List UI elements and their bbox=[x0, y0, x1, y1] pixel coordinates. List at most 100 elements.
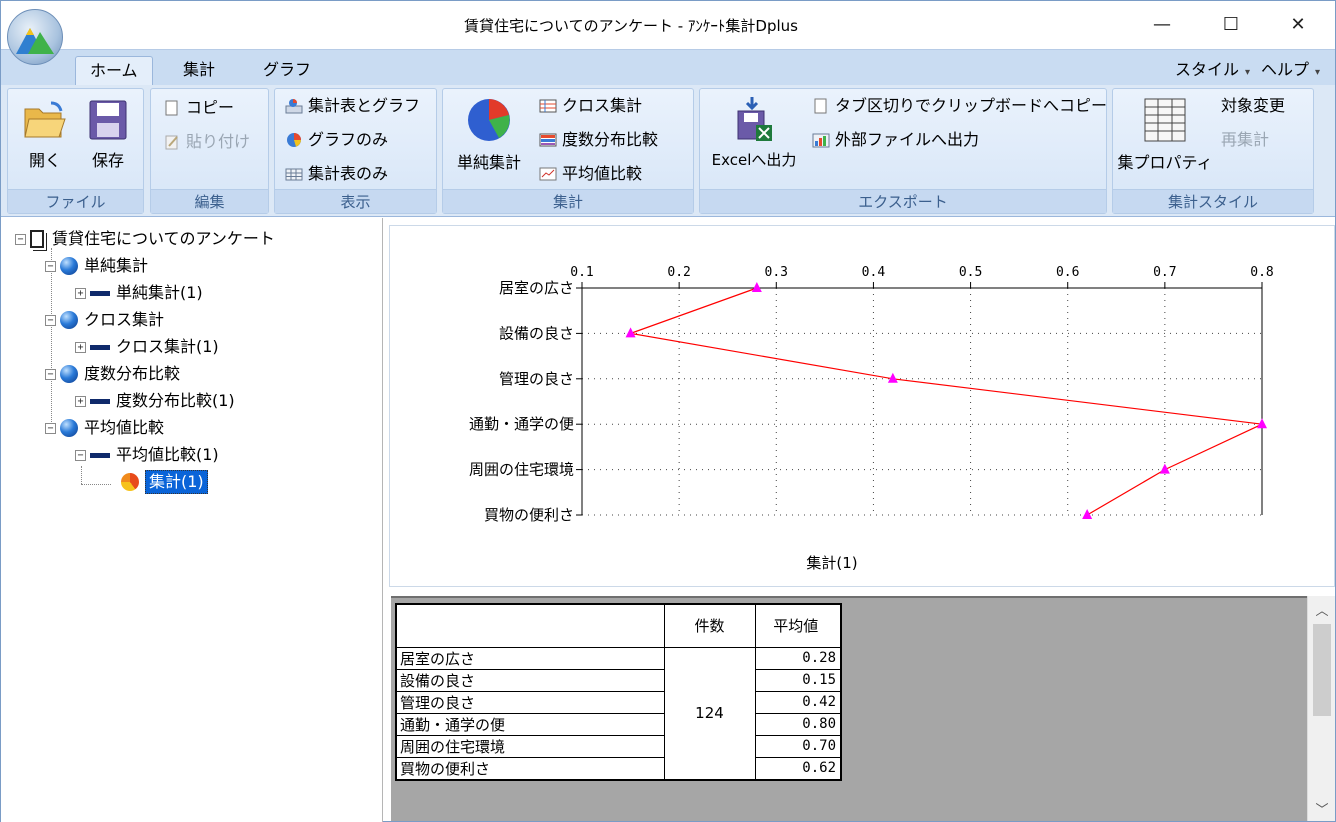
tree-connector bbox=[81, 466, 82, 484]
recalculate-button[interactable]: 再集計 bbox=[1221, 127, 1269, 153]
ribbon: 開く 保存 ファイル コピー 貼り付け 編集 集計表とグラフ グラフのみ 集計表… bbox=[1, 85, 1335, 217]
row-label: 買物の便利さ bbox=[395, 756, 665, 780]
simple-aggregate-button[interactable]: 単純集計 bbox=[449, 97, 529, 173]
copy-tab-clipboard-button[interactable]: タブ区切りでクリップボードへコピー bbox=[812, 93, 1107, 119]
tree-node-frequency[interactable]: − 度数分布比較 bbox=[45, 363, 180, 385]
mean-compare-button[interactable]: 平均値比較 bbox=[539, 161, 642, 187]
y-category-label: 周囲の住宅環境 bbox=[469, 461, 574, 479]
row-label: 設備の良さ bbox=[395, 668, 665, 692]
table-row: 管理の良さ 0.42 bbox=[395, 690, 842, 714]
frequency-compare-label: 度数分布比較 bbox=[562, 130, 659, 149]
scroll-up-icon[interactable]: ︿ bbox=[1308, 600, 1336, 620]
maximize-button[interactable]: ☐ bbox=[1208, 1, 1254, 47]
table-only-button[interactable]: 集計表のみ bbox=[285, 161, 388, 187]
open-button[interactable]: 開く bbox=[20, 99, 70, 171]
header-count: 件数 bbox=[663, 603, 756, 648]
window-title: 賃貸住宅についてのアンケート - ｱﾝｹｰﾄ集計Dplus bbox=[464, 17, 798, 35]
expand-icon[interactable]: + bbox=[75, 287, 86, 299]
copy-label: コピー bbox=[186, 98, 235, 117]
tree-item-frequency-1[interactable]: + 度数分布比較(1) bbox=[75, 390, 235, 412]
title-bar: 賃貸住宅についてのアンケート - ｱﾝｹｰﾄ集計Dplus — ☐ ✕ bbox=[1, 1, 1335, 49]
x-tick-label: 0.7 bbox=[1153, 265, 1176, 280]
mean-cell: 0.15 bbox=[754, 668, 842, 692]
tree-item-cross-1[interactable]: + クロス集計(1) bbox=[75, 336, 219, 358]
data-point-marker bbox=[751, 282, 762, 292]
close-button[interactable]: ✕ bbox=[1275, 1, 1321, 47]
mean-cell: 0.70 bbox=[754, 734, 842, 758]
tree-leaf-label: 集計(1) bbox=[145, 470, 208, 494]
tree-node-simple[interactable]: − 単純集計 bbox=[45, 255, 148, 277]
change-target-button[interactable]: 対象変更 bbox=[1221, 93, 1285, 119]
group-edit: コピー 貼り付け 編集 bbox=[150, 88, 269, 214]
chart-panel: 0.1 0.2 0.3 0.4 0.5 0.6 0.7 0.8 居室の広さ 設備の良さ 管理の良さ通… bbox=[389, 225, 1335, 587]
graph-only-button[interactable]: グラフのみ bbox=[285, 127, 388, 153]
external-file-export-button[interactable]: 外部ファイルへ出力 bbox=[812, 127, 979, 153]
line-chart-icon bbox=[539, 167, 557, 181]
y-category-label: 設備の良さ bbox=[499, 324, 574, 342]
paste-button[interactable]: 貼り付け bbox=[163, 129, 250, 155]
frequency-compare-button[interactable]: 度数分布比較 bbox=[539, 127, 658, 153]
tree-connector bbox=[81, 484, 111, 485]
collapse-icon[interactable]: − bbox=[45, 368, 56, 380]
cross-aggregate-button[interactable]: クロス集計 bbox=[539, 93, 642, 119]
mean-compare-label: 平均値比較 bbox=[562, 164, 643, 183]
collapse-icon[interactable]: − bbox=[75, 449, 86, 461]
cross-table-icon bbox=[539, 99, 557, 113]
x-tick-label: 0.1 bbox=[570, 265, 593, 280]
tree-node-cross[interactable]: − クロス集計 bbox=[45, 309, 164, 331]
tree-item-mean-1[interactable]: − 平均値比較(1) bbox=[75, 444, 219, 466]
minimize-button[interactable]: — bbox=[1139, 1, 1185, 47]
document-icon bbox=[30, 230, 44, 248]
tree-root[interactable]: − 賃貸住宅についてのアンケート bbox=[15, 228, 275, 250]
excel-export-button[interactable]: Excelへ出力 bbox=[706, 97, 802, 170]
x-tick-label: 0.5 bbox=[959, 265, 982, 280]
open-label: 開く bbox=[28, 151, 61, 170]
x-tick-label: 0.6 bbox=[1056, 265, 1079, 280]
series-line bbox=[628, 287, 1265, 516]
expand-icon[interactable]: + bbox=[75, 341, 86, 353]
scroll-thumb[interactable] bbox=[1313, 624, 1331, 716]
change-target-label: 対象変更 bbox=[1221, 96, 1286, 115]
tree-node-label: クロス集計 bbox=[84, 310, 165, 329]
collapse-icon[interactable]: − bbox=[45, 260, 56, 272]
properties-grid-icon bbox=[1144, 98, 1186, 142]
save-button[interactable]: 保存 bbox=[80, 99, 136, 171]
line-chart: 0.1 0.2 0.3 0.4 0.5 0.6 0.7 0.8 居室の広さ設備の良さ管理の良さ通… bbox=[469, 265, 1274, 572]
floppy-disk-icon bbox=[89, 100, 127, 140]
scroll-down-icon[interactable]: ﹀ bbox=[1308, 799, 1336, 819]
tree-node-mean[interactable]: − 平均値比較 bbox=[45, 417, 164, 439]
cross-aggregate-label: クロス集計 bbox=[562, 96, 643, 115]
y-category-label: 居室の広さ bbox=[499, 279, 574, 297]
tab-home[interactable]: ホーム bbox=[75, 56, 153, 86]
tree-leaf-selected[interactable]: 集計(1) bbox=[121, 470, 208, 494]
chevron-down-icon: ▾ bbox=[1315, 67, 1321, 78]
help-menu[interactable]: ヘルプ ▾ bbox=[1247, 56, 1334, 86]
vertical-scrollbar[interactable]: ︿ ﹀ bbox=[1307, 596, 1335, 821]
group-label-aggregate-style: 集計スタイル bbox=[1113, 189, 1313, 213]
tree-item-simple-1[interactable]: + 単純集計(1) bbox=[75, 282, 203, 304]
group-aggregate: 単純集計 クロス集計 度数分布比較 平均値比較 集計 bbox=[442, 88, 694, 214]
tab-aggregate[interactable]: 集計 bbox=[169, 56, 229, 86]
recalculate-label: 再集計 bbox=[1221, 130, 1270, 149]
collapse-icon[interactable]: − bbox=[15, 233, 26, 245]
graph-only-label: グラフのみ bbox=[308, 130, 389, 149]
table-and-graph-button[interactable]: 集計表とグラフ bbox=[285, 93, 420, 119]
copy-button[interactable]: コピー bbox=[163, 95, 234, 121]
collapse-icon[interactable]: − bbox=[45, 314, 56, 326]
ribbon-tab-bar: ホーム 集計 グラフ スタイル ▾ ヘルプ ▾ bbox=[1, 49, 1335, 86]
table-row: 周囲の住宅環境 0.70 bbox=[395, 734, 842, 758]
table-header-row: 件数 平均値 bbox=[395, 603, 842, 648]
document-icon bbox=[814, 98, 827, 114]
bar-icon bbox=[90, 452, 110, 458]
table-row: 買物の便利さ 0.62 bbox=[395, 756, 842, 780]
header-blank bbox=[395, 603, 665, 648]
row-label: 管理の良さ bbox=[395, 690, 665, 714]
app-menu-logo-icon[interactable] bbox=[7, 9, 63, 65]
aggregate-properties-button[interactable]: 集プロパティ bbox=[1117, 97, 1213, 173]
paste-label: 貼り付け bbox=[186, 132, 251, 151]
tab-graph[interactable]: グラフ bbox=[249, 56, 325, 86]
folder-open-icon bbox=[24, 101, 66, 138]
expand-icon[interactable]: + bbox=[75, 395, 86, 407]
collapse-icon[interactable]: − bbox=[45, 422, 56, 434]
group-view: 集計表とグラフ グラフのみ 集計表のみ 表示 bbox=[274, 88, 437, 214]
